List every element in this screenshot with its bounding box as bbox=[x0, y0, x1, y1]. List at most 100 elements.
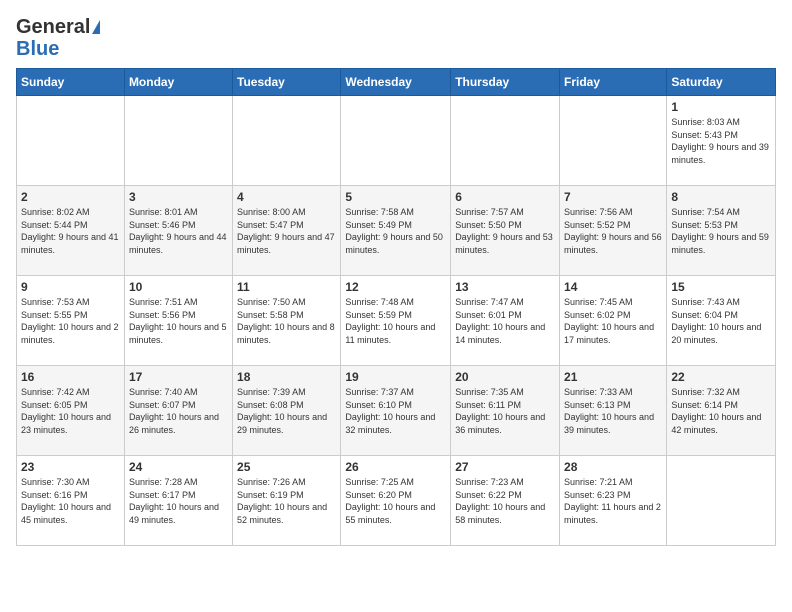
day-number: 27 bbox=[455, 460, 555, 474]
day-number: 13 bbox=[455, 280, 555, 294]
col-header-thursday: Thursday bbox=[451, 69, 560, 96]
calendar-cell: 25Sunrise: 7:26 AM Sunset: 6:19 PM Dayli… bbox=[233, 456, 341, 546]
calendar-cell: 17Sunrise: 7:40 AM Sunset: 6:07 PM Dayli… bbox=[124, 366, 232, 456]
calendar-cell: 21 Sunrise: 7:33 AM Sunset: 6:13 PM Dayli… bbox=[560, 366, 667, 456]
calendar-cell: 11 Sunrise: 7:50 AM Sunset: 5:58 PM Dayli… bbox=[233, 276, 341, 366]
day-info: Sunrise: 7:53 AM Sunset: 5:55 PM Dayligh… bbox=[21, 296, 120, 346]
day-info: Sunrise: 8:03 AM Sunset: 5:43 PM Dayligh… bbox=[671, 116, 771, 166]
day-info: Sunrise: 7:25 AM Sunset: 6:20 PM Dayligh… bbox=[345, 476, 446, 526]
day-info: Sunrise: 7:33 AM Sunset: 6:13 PM Dayligh… bbox=[564, 386, 662, 436]
calendar-cell bbox=[560, 96, 667, 186]
day-info: Sunrise: 7:37 AM Sunset: 6:10 PM Dayligh… bbox=[345, 386, 446, 436]
day-number: 5 bbox=[345, 190, 446, 204]
day-number: 9 bbox=[21, 280, 120, 294]
day-number: 6 bbox=[455, 190, 555, 204]
col-header-wednesday: Wednesday bbox=[341, 69, 451, 96]
day-info: Sunrise: 8:02 AM Sunset: 5:44 PM Dayligh… bbox=[21, 206, 120, 256]
calendar-cell bbox=[341, 96, 451, 186]
calendar-cell bbox=[124, 96, 232, 186]
calendar-cell: 15 Sunrise: 7:43 AM Sunset: 6:04 PM Dayli… bbox=[667, 276, 776, 366]
day-info: Sunrise: 8:00 AM Sunset: 5:47 PM Dayligh… bbox=[237, 206, 336, 256]
day-info: Sunrise: 7:56 AM Sunset: 5:52 PM Dayligh… bbox=[564, 206, 662, 256]
col-header-saturday: Saturday bbox=[667, 69, 776, 96]
col-header-friday: Friday bbox=[560, 69, 667, 96]
calendar-header-row: SundayMondayTuesdayWednesdayThursdayFrid… bbox=[17, 69, 776, 96]
calendar-cell bbox=[233, 96, 341, 186]
day-info: Sunrise: 7:45 AM Sunset: 6:02 PM Dayligh… bbox=[564, 296, 662, 346]
calendar-cell: 14 Sunrise: 7:45 AM Sunset: 6:02 PM Dayli… bbox=[560, 276, 667, 366]
calendar-cell: 7 Sunrise: 7:56 AM Sunset: 5:52 PM Daylig… bbox=[560, 186, 667, 276]
calendar-cell: 12Sunrise: 7:48 AM Sunset: 5:59 PM Dayli… bbox=[341, 276, 451, 366]
day-info: Sunrise: 7:47 AM Sunset: 6:01 PM Dayligh… bbox=[455, 296, 555, 346]
calendar-cell: 22 Sunrise: 7:32 AM Sunset: 6:14 PM Dayli… bbox=[667, 366, 776, 456]
day-info: Sunrise: 7:54 AM Sunset: 5:53 PM Dayligh… bbox=[671, 206, 771, 256]
logo-blue-text: Blue bbox=[16, 38, 100, 60]
day-info: Sunrise: 7:35 AM Sunset: 6:11 PM Dayligh… bbox=[455, 386, 555, 436]
logo-general-text: General bbox=[16, 16, 90, 38]
day-info: Sunrise: 7:32 AM Sunset: 6:14 PM Dayligh… bbox=[671, 386, 771, 436]
calendar-week-4: 23Sunrise: 7:30 AM Sunset: 6:16 PM Dayli… bbox=[17, 456, 776, 546]
day-info: Sunrise: 7:23 AM Sunset: 6:22 PM Dayligh… bbox=[455, 476, 555, 526]
day-number: 12 bbox=[345, 280, 446, 294]
day-number: 3 bbox=[129, 190, 228, 204]
logo-icon bbox=[92, 20, 100, 34]
col-header-tuesday: Tuesday bbox=[233, 69, 341, 96]
day-number: 8 bbox=[671, 190, 771, 204]
day-number: 21 bbox=[564, 370, 662, 384]
calendar-cell: 5 Sunrise: 7:58 AM Sunset: 5:49 PM Daylig… bbox=[341, 186, 451, 276]
calendar-cell: 6 Sunrise: 7:57 AM Sunset: 5:50 PM Daylig… bbox=[451, 186, 560, 276]
day-info: Sunrise: 8:01 AM Sunset: 5:46 PM Dayligh… bbox=[129, 206, 228, 256]
day-info: Sunrise: 7:50 AM Sunset: 5:58 PM Dayligh… bbox=[237, 296, 336, 346]
day-number: 4 bbox=[237, 190, 336, 204]
day-info: Sunrise: 7:43 AM Sunset: 6:04 PM Dayligh… bbox=[671, 296, 771, 346]
day-number: 28 bbox=[564, 460, 662, 474]
calendar-week-2: 9 Sunrise: 7:53 AM Sunset: 5:55 PM Daylig… bbox=[17, 276, 776, 366]
calendar-cell: 13 Sunrise: 7:47 AM Sunset: 6:01 PM Dayli… bbox=[451, 276, 560, 366]
calendar-cell: 3 Sunrise: 8:01 AM Sunset: 5:46 PM Daylig… bbox=[124, 186, 232, 276]
day-info: Sunrise: 7:39 AM Sunset: 6:08 PM Dayligh… bbox=[237, 386, 336, 436]
day-number: 20 bbox=[455, 370, 555, 384]
day-number: 26 bbox=[345, 460, 446, 474]
calendar-cell: 20 Sunrise: 7:35 AM Sunset: 6:11 PM Dayli… bbox=[451, 366, 560, 456]
day-info: Sunrise: 7:30 AM Sunset: 6:16 PM Dayligh… bbox=[21, 476, 120, 526]
calendar-cell: 26 Sunrise: 7:25 AM Sunset: 6:20 PM Dayli… bbox=[341, 456, 451, 546]
calendar-table: SundayMondayTuesdayWednesdayThursdayFrid… bbox=[16, 68, 776, 546]
col-header-sunday: Sunday bbox=[17, 69, 125, 96]
calendar-cell: 28 Sunrise: 7:21 AM Sunset: 6:23 PM Dayli… bbox=[560, 456, 667, 546]
calendar-cell bbox=[17, 96, 125, 186]
calendar-cell: 8 Sunrise: 7:54 AM Sunset: 5:53 PM Daylig… bbox=[667, 186, 776, 276]
day-number: 18 bbox=[237, 370, 336, 384]
calendar-cell bbox=[451, 96, 560, 186]
day-number: 7 bbox=[564, 190, 662, 204]
day-number: 11 bbox=[237, 280, 336, 294]
col-header-monday: Monday bbox=[124, 69, 232, 96]
day-number: 22 bbox=[671, 370, 771, 384]
day-number: 19 bbox=[345, 370, 446, 384]
calendar-cell: 18 Sunrise: 7:39 AM Sunset: 6:08 PM Dayli… bbox=[233, 366, 341, 456]
calendar-cell: 24Sunrise: 7:28 AM Sunset: 6:17 PM Dayli… bbox=[124, 456, 232, 546]
calendar-cell: 23Sunrise: 7:30 AM Sunset: 6:16 PM Dayli… bbox=[17, 456, 125, 546]
day-number: 10 bbox=[129, 280, 228, 294]
day-number: 15 bbox=[671, 280, 771, 294]
day-info: Sunrise: 7:57 AM Sunset: 5:50 PM Dayligh… bbox=[455, 206, 555, 256]
calendar-cell: 10 Sunrise: 7:51 AM Sunset: 5:56 PM Dayli… bbox=[124, 276, 232, 366]
calendar-week-3: 16 Sunrise: 7:42 AM Sunset: 6:05 PM Dayli… bbox=[17, 366, 776, 456]
day-info: Sunrise: 7:51 AM Sunset: 5:56 PM Dayligh… bbox=[129, 296, 228, 346]
logo: General Blue bbox=[16, 16, 100, 60]
calendar-cell: 9 Sunrise: 7:53 AM Sunset: 5:55 PM Daylig… bbox=[17, 276, 125, 366]
calendar-cell: 19 Sunrise: 7:37 AM Sunset: 6:10 PM Dayli… bbox=[341, 366, 451, 456]
day-info: Sunrise: 7:58 AM Sunset: 5:49 PM Dayligh… bbox=[345, 206, 446, 256]
day-number: 25 bbox=[237, 460, 336, 474]
calendar-week-0: 1 Sunrise: 8:03 AM Sunset: 5:43 PM Daylig… bbox=[17, 96, 776, 186]
calendar-cell: 1 Sunrise: 8:03 AM Sunset: 5:43 PM Daylig… bbox=[667, 96, 776, 186]
day-info: Sunrise: 7:21 AM Sunset: 6:23 PM Dayligh… bbox=[564, 476, 662, 526]
calendar-cell bbox=[667, 456, 776, 546]
day-number: 14 bbox=[564, 280, 662, 294]
day-number: 1 bbox=[671, 100, 771, 114]
calendar-cell: 4 Sunrise: 8:00 AM Sunset: 5:47 PM Daylig… bbox=[233, 186, 341, 276]
day-number: 16 bbox=[21, 370, 120, 384]
day-info: Sunrise: 7:42 AM Sunset: 6:05 PM Dayligh… bbox=[21, 386, 120, 436]
page-header: General Blue bbox=[16, 16, 776, 60]
calendar-cell: 16 Sunrise: 7:42 AM Sunset: 6:05 PM Dayli… bbox=[17, 366, 125, 456]
day-number: 24 bbox=[129, 460, 228, 474]
